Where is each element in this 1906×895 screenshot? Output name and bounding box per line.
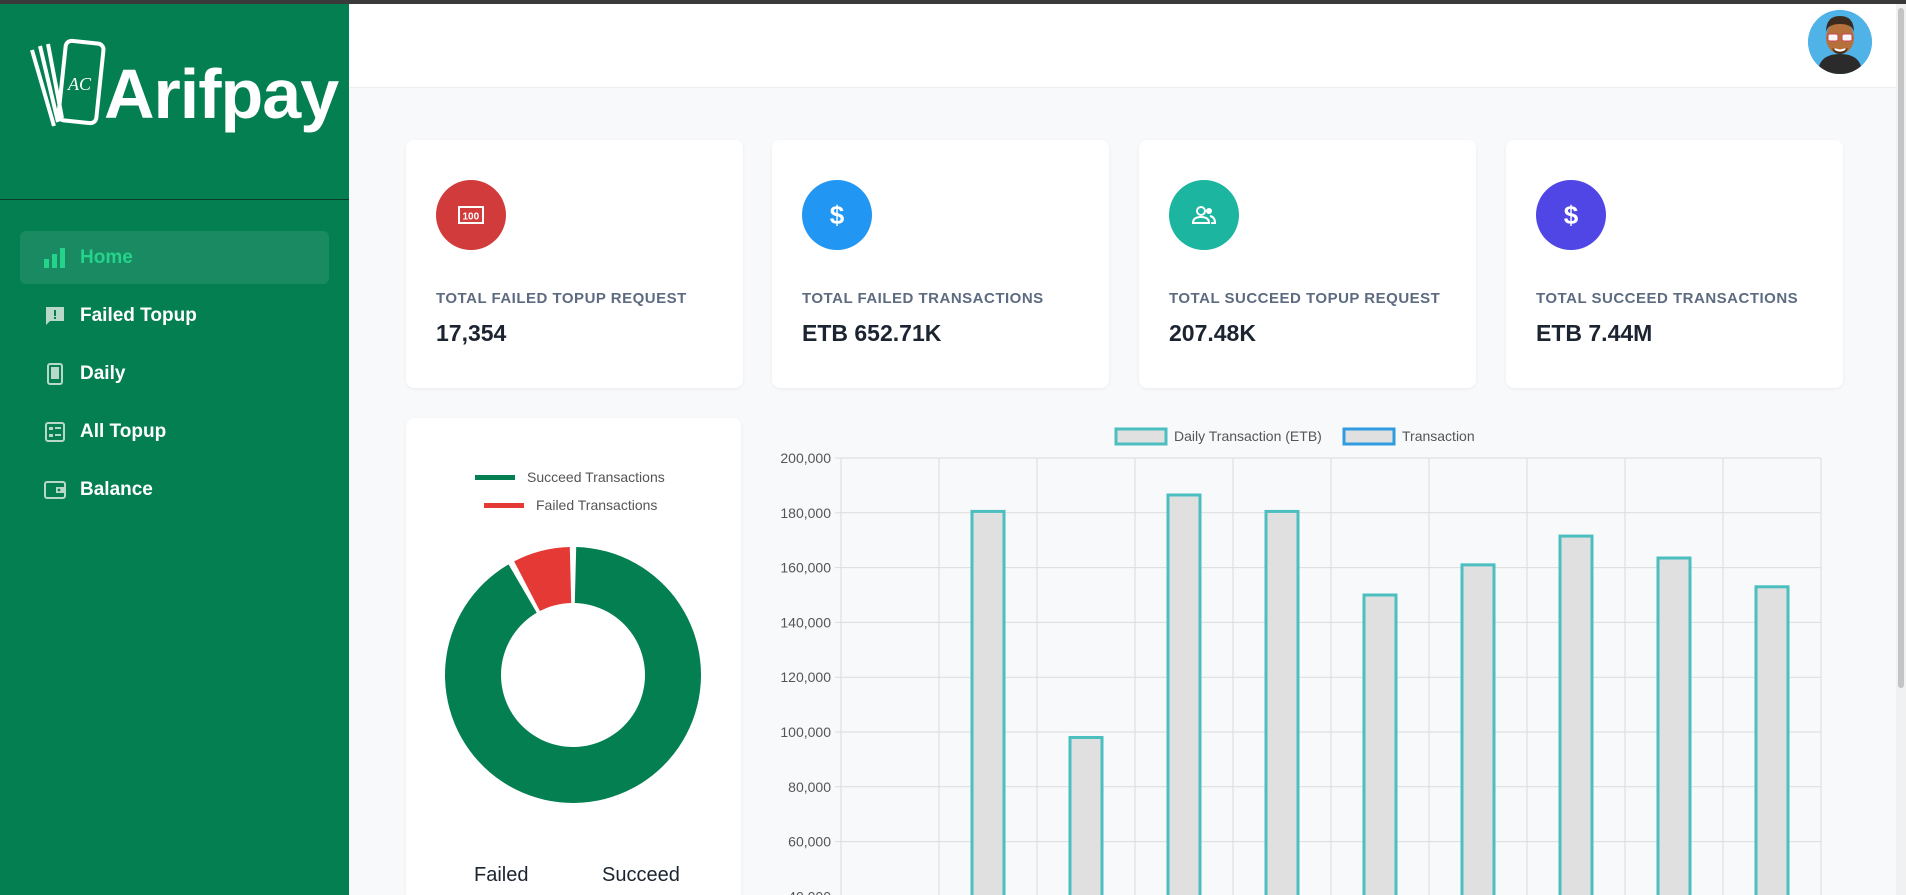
- stat-value: ETB 652.71K: [802, 320, 942, 346]
- stat-label: TOTAL SUCCEED TRANSACTIONS: [1536, 290, 1799, 307]
- list-icon: [44, 421, 66, 443]
- bar[interactable]: [1068, 735, 1104, 895]
- legend-label[interactable]: Daily Transaction (ETB): [1174, 428, 1322, 444]
- bar[interactable]: [1362, 593, 1398, 895]
- money-icon: 100: [436, 180, 506, 250]
- user-avatar[interactable]: [1808, 10, 1872, 74]
- sidebar-item-all-topup[interactable]: All Topup: [20, 405, 329, 458]
- bar[interactable]: [1656, 556, 1692, 895]
- stat-label: TOTAL FAILED TRANSACTIONS: [802, 290, 1044, 307]
- arifpay-logo[interactable]: AC Arifpay: [28, 36, 339, 136]
- stat-card-succeed-transactions: $ TOTAL SUCCEED TRANSACTIONS ETB 7.44M: [1506, 140, 1843, 388]
- stat-label: TOTAL SUCCEED TOPUP REQUEST: [1169, 290, 1441, 307]
- stat-card-failed-topup: 100 TOTAL FAILED TOPUP REQUEST 17,354: [406, 140, 743, 388]
- legend-swatch: [475, 474, 515, 480]
- bar-chart-icon: [44, 247, 66, 269]
- wallet-icon: [44, 479, 66, 501]
- sidebar-item-label: Failed Topup: [80, 304, 197, 326]
- donut-footer-failed: Failed: [474, 864, 529, 886]
- bar[interactable]: [1558, 534, 1594, 895]
- stat-value: ETB 7.44M: [1536, 320, 1653, 346]
- sidebar-item-label: All Topup: [80, 420, 167, 442]
- bar[interactable]: [1460, 563, 1496, 895]
- sidebar-item-balance[interactable]: Balance: [20, 463, 329, 516]
- sidebar-divider: [0, 199, 349, 200]
- donut-footer-succeed: Succeed: [602, 864, 680, 886]
- svg-text:100: 100: [463, 212, 480, 223]
- logo-cards-icon: AC: [30, 38, 106, 127]
- y-tick-label: 160,000: [780, 560, 831, 576]
- sidebar-item-label: Home: [80, 246, 133, 268]
- dollar-icon: $: [1536, 180, 1606, 250]
- stat-card-failed-transactions: $ TOTAL FAILED TRANSACTIONS ETB 652.71K: [772, 140, 1109, 388]
- y-tick-label: 180,000: [780, 505, 831, 521]
- legend-swatch[interactable]: [1114, 427, 1168, 446]
- phone-icon: [44, 362, 66, 385]
- legend-swatch[interactable]: [1342, 427, 1396, 446]
- sidebar-nav: Home Failed Topup Daily All Topup Balanc…: [20, 231, 329, 521]
- dollar-icon: $: [802, 180, 872, 250]
- legend-label: Failed Transactions: [536, 497, 658, 513]
- bar-chart: 200,000 180,000 160,000 140,000 120,000 100,0…: [780, 427, 1822, 895]
- y-tick-label: 120,000: [780, 669, 831, 685]
- y-tick-label: 40,000: [788, 888, 831, 895]
- legend-label[interactable]: Transaction: [1402, 428, 1475, 444]
- svg-text:AC: AC: [67, 74, 92, 94]
- legend-swatch: [484, 502, 524, 508]
- stat-label: TOTAL FAILED TOPUP REQUEST: [436, 290, 687, 307]
- legend-item-failed[interactable]: Failed Transactions: [484, 497, 657, 513]
- y-tick-label: 140,000: [780, 614, 831, 630]
- stat-value: 17,354: [436, 320, 507, 346]
- top-header: [349, 4, 1906, 88]
- legend-item-succeed[interactable]: Succeed Transactions: [475, 469, 665, 485]
- page-scrollbar[interactable]: [1896, 4, 1906, 895]
- window-top-edge: [0, 0, 1906, 4]
- y-tick-label: 200,000: [780, 450, 831, 466]
- legend-label: Succeed Transactions: [527, 469, 665, 485]
- logo-text: Arifpay: [104, 55, 339, 133]
- bar[interactable]: [1166, 493, 1202, 895]
- sidebar-item-label: Daily: [80, 362, 126, 384]
- bar-chart-panel: 200,000 180,000 160,000 140,000 120,000 100,0…: [756, 418, 1896, 895]
- sidebar-item-daily[interactable]: Daily: [20, 347, 329, 400]
- y-tick-label: 60,000: [788, 834, 831, 850]
- donut-chart: [445, 547, 701, 803]
- donut-chart-panel: Succeed Transactions Failed Transactions…: [406, 418, 741, 895]
- stat-value: 207.48K: [1169, 320, 1256, 346]
- stat-card-succeed-topup: TOTAL SUCCEED TOPUP REQUEST 207.48K: [1139, 140, 1476, 388]
- bar[interactable]: [970, 509, 1006, 895]
- sidebar-item-home[interactable]: Home: [20, 231, 329, 284]
- bar[interactable]: [1754, 585, 1790, 895]
- alert-message-icon: [44, 305, 66, 327]
- sidebar-item-failed-topup[interactable]: Failed Topup: [20, 289, 329, 342]
- y-tick-label: 80,000: [788, 779, 831, 795]
- users-icon: [1169, 180, 1239, 250]
- donut-slice-succeed[interactable]: [445, 547, 701, 803]
- scrollbar-thumb[interactable]: [1898, 8, 1904, 688]
- sidebar: AC Arifpay Home Failed Topup Daily All T…: [0, 4, 349, 895]
- y-tick-label: 100,000: [780, 724, 831, 740]
- sidebar-item-label: Balance: [80, 478, 153, 500]
- bar[interactable]: [1264, 509, 1300, 895]
